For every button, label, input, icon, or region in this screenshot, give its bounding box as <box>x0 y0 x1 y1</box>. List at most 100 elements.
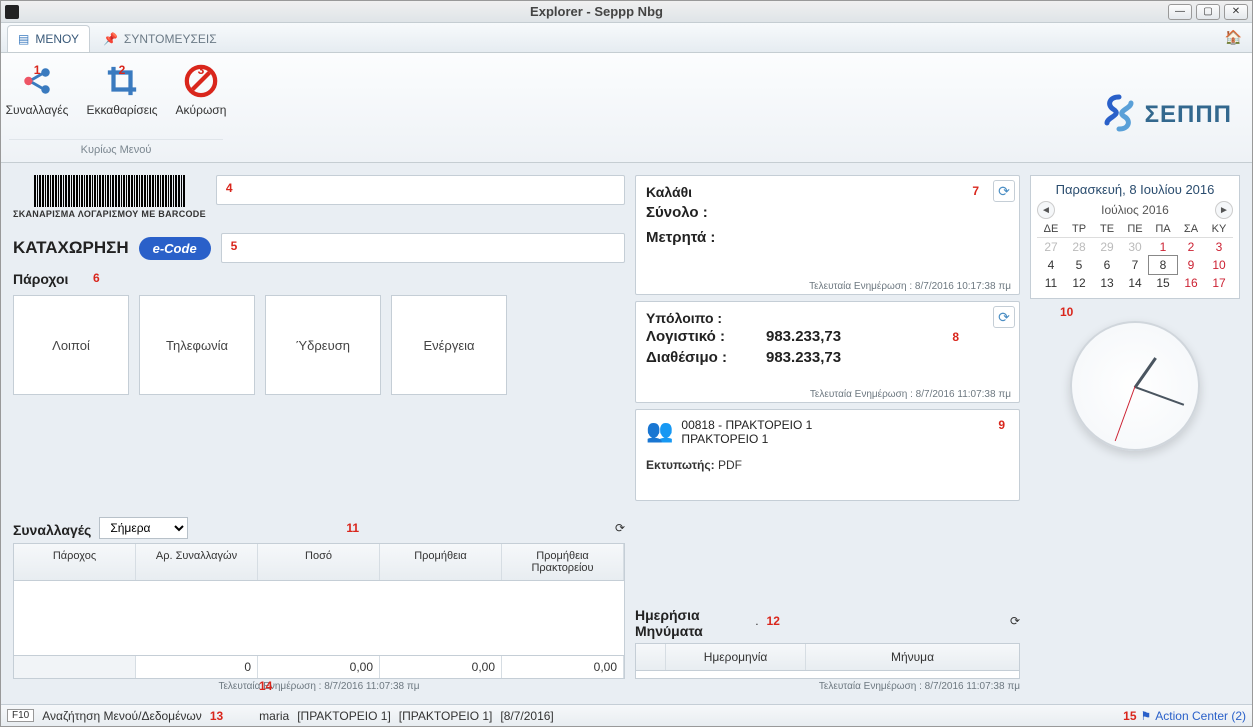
badge-13: 13 <box>210 709 223 723</box>
providers-title: Πάροχοι <box>13 271 68 287</box>
refresh-transactions[interactable]: ⟳ <box>615 521 625 535</box>
basket-panel: ⟳ Καλάθι 7 Σύνολο : Μετρητά : Τελευταία … <box>635 175 1020 295</box>
users-icon: 👥 <box>646 418 673 444</box>
col-provider[interactable]: Πάροχος <box>14 544 136 580</box>
printer-value: PDF <box>718 458 742 472</box>
balance-acc-label: Λογιστικό : <box>646 328 756 345</box>
col-agency-comm[interactable]: Προμήθεια Πρακτορείου <box>502 544 624 580</box>
badge-10: 10 <box>1060 305 1073 319</box>
badge-7: 7 <box>972 184 979 198</box>
tab-shortcuts[interactable]: 📌 ΣΥΝΤΟΜΕΥΣΕΙΣ <box>92 25 228 52</box>
agent-panel: 9 👥 00818 - ΠΡΑΚΤΟΡΕΙΟ 1 ΠΡΑΚΤΟΡΕΙΟ 1 Εκ… <box>635 409 1020 501</box>
analog-clock <box>1070 321 1200 451</box>
home-icon[interactable]: 🏠 <box>1225 29 1242 46</box>
brand-logo: ΣΕΠΠΠ <box>1099 93 1232 136</box>
ecode-input[interactable] <box>221 233 625 263</box>
ribbon-clearings-label: Εκκαθαρίσεις <box>86 103 157 117</box>
ribbon-clearings[interactable]: 2 Εκκαθαρίσεις <box>82 59 161 121</box>
basket-title: Καλάθι <box>646 184 1009 200</box>
menu-tab-icon: ▤ <box>18 32 29 46</box>
badge-11: 11 <box>346 521 359 535</box>
col-count[interactable]: Αρ. Συναλλαγών <box>136 544 258 580</box>
refresh-basket[interactable]: ⟳ <box>993 180 1015 202</box>
cal-next[interactable]: ► <box>1215 201 1233 219</box>
tot-1: 0 <box>136 656 258 678</box>
badge-6: 6 <box>93 271 100 285</box>
refresh-messages[interactable]: ⟳ <box>1010 614 1020 628</box>
balance-updated: Τελευταία Ενημέρωση : 8/7/2016 11:07:38 … <box>810 389 1011 400</box>
msg-col-icon <box>636 644 666 670</box>
ecode-pill: e-Code <box>139 237 211 260</box>
action-center-label: Action Center (2) <box>1155 709 1246 723</box>
dow-sa: ΣΑ <box>1177 223 1205 235</box>
f10-key: F10 <box>7 709 34 722</box>
action-center[interactable]: 15 ⚑ Action Center (2) <box>1123 709 1246 723</box>
calendar-panel: Παρασκευή, 8 Ιουλίου 2016 ◄ Ιούλιος 2016… <box>1030 175 1240 299</box>
transactions-updated: Τελευταία Ενημέρωση : 8/7/2016 11:07:38 … <box>218 681 419 692</box>
badge-9: 9 <box>998 418 1005 432</box>
ribbon-cancel-label: Ακύρωση <box>176 103 227 117</box>
agent-code: 00818 - ΠΡΑΚΤΟΡΕΙΟ 1 <box>681 418 812 432</box>
messages-body <box>635 671 1020 680</box>
barcode-caption: ΣΚΑΝΑΡΙΣΜΑ ΛΟΓΑΡΙΣΜΟΥ ΜΕ BARCODE <box>13 209 206 219</box>
provider-other[interactable]: Λοιποί <box>13 295 129 395</box>
window-title: Explorer - Seppp Nbg <box>25 4 1168 19</box>
transactions-grid: Πάροχος Αρ. Συναλλαγών Ποσό Προμήθεια Πρ… <box>13 543 625 679</box>
calendar-grid[interactable]: 27282930123 45678910 11121314151617 <box>1037 238 1233 292</box>
barcode-display: ΣΚΑΝΑΡΙΣΜΑ ΛΟΓΑΡΙΣΜΟΥ ΜΕ BARCODE <box>13 175 206 219</box>
basket-cash-label: Μετρητά : <box>646 225 1009 250</box>
brand-text: ΣΕΠΠΠ <box>1145 101 1232 129</box>
dow-fr: ΠΑ <box>1149 223 1177 235</box>
msg-col-text[interactable]: Μήνυμα <box>806 644 1019 670</box>
minimize-button[interactable]: — <box>1168 4 1192 20</box>
pin-icon: 📌 <box>103 32 118 46</box>
search-menu-input[interactable]: Αναζήτηση Μενού/Δεδομένων <box>42 709 202 723</box>
balance-avail-value: 983.233,73 <box>766 349 896 366</box>
provider-telephony[interactable]: Τηλεφωνία <box>139 295 255 395</box>
ecode-label: ΚΑΤΑΧΩΡΗΣΗ <box>13 238 129 258</box>
messages-title: Ημερήσια Μηνύματα <box>635 607 747 639</box>
msg-col-date[interactable]: Ημερομηνία <box>666 644 806 670</box>
ribbon-group-caption: Κυρίως Μενού <box>9 139 223 156</box>
ribbon-cancel[interactable]: 3 Ακύρωση <box>172 59 231 121</box>
badge-2: 2 <box>119 63 126 77</box>
status-seg1: [ΠΡΑΚΤΟΡΕΙΟ 1] <box>297 709 391 723</box>
tot-4: 0,00 <box>502 656 624 678</box>
tot-2: 0,00 <box>258 656 380 678</box>
calendar-date: Παρασκευή, 8 Ιουλίου 2016 <box>1037 182 1233 197</box>
col-commission[interactable]: Προμήθεια <box>380 544 502 580</box>
status-user: maria <box>259 709 289 723</box>
barcode-input[interactable] <box>216 175 625 205</box>
badge-14: 14 <box>259 679 272 693</box>
app-icon <box>5 5 19 19</box>
provider-energy[interactable]: Ενέργεια <box>391 295 507 395</box>
balance-acc-value: 983.233,73 <box>766 328 896 345</box>
provider-water[interactable]: Ύδρευση <box>265 295 381 395</box>
transactions-filter[interactable]: Σήμερα <box>99 517 188 539</box>
tab-menu[interactable]: ▤ ΜΕΝΟΥ <box>7 25 90 52</box>
dow-mo: ΔΕ <box>1037 223 1065 235</box>
printer-label: Εκτυπωτής: <box>646 458 715 472</box>
close-button[interactable]: ✕ <box>1224 4 1248 20</box>
cal-prev[interactable]: ◄ <box>1037 201 1055 219</box>
dow-we: ΤΕ <box>1093 223 1121 235</box>
refresh-balance[interactable]: ⟳ <box>993 306 1015 328</box>
badge-8: 8 <box>952 330 959 344</box>
tot-3: 0,00 <box>380 656 502 678</box>
tot-0 <box>14 656 136 678</box>
maximize-button[interactable]: ▢ <box>1196 4 1220 20</box>
basket-total-label: Σύνολο : <box>646 200 1009 225</box>
badge-5: 5 <box>231 239 238 253</box>
tab-shortcuts-label: ΣΥΝΤΟΜΕΥΣΕΙΣ <box>124 32 217 46</box>
ribbon-transactions[interactable]: 1 Συναλλαγές <box>2 59 73 121</box>
badge-12: 12 <box>767 614 780 628</box>
calendar-month: Ιούλιος 2016 <box>1101 203 1169 217</box>
badge-3: 3 <box>198 63 205 77</box>
balance-title: Υπόλοιπο : <box>646 310 1009 326</box>
status-seg2: [ΠΡΑΚΤΟΡΕΙΟ 1] <box>399 709 493 723</box>
col-amount[interactable]: Ποσό <box>258 544 380 580</box>
dow-tu: ΤΡ <box>1065 223 1093 235</box>
flag-icon: ⚑ <box>1141 709 1152 723</box>
transactions-body <box>14 581 624 655</box>
tab-menu-label: ΜΕΝΟΥ <box>35 32 79 46</box>
